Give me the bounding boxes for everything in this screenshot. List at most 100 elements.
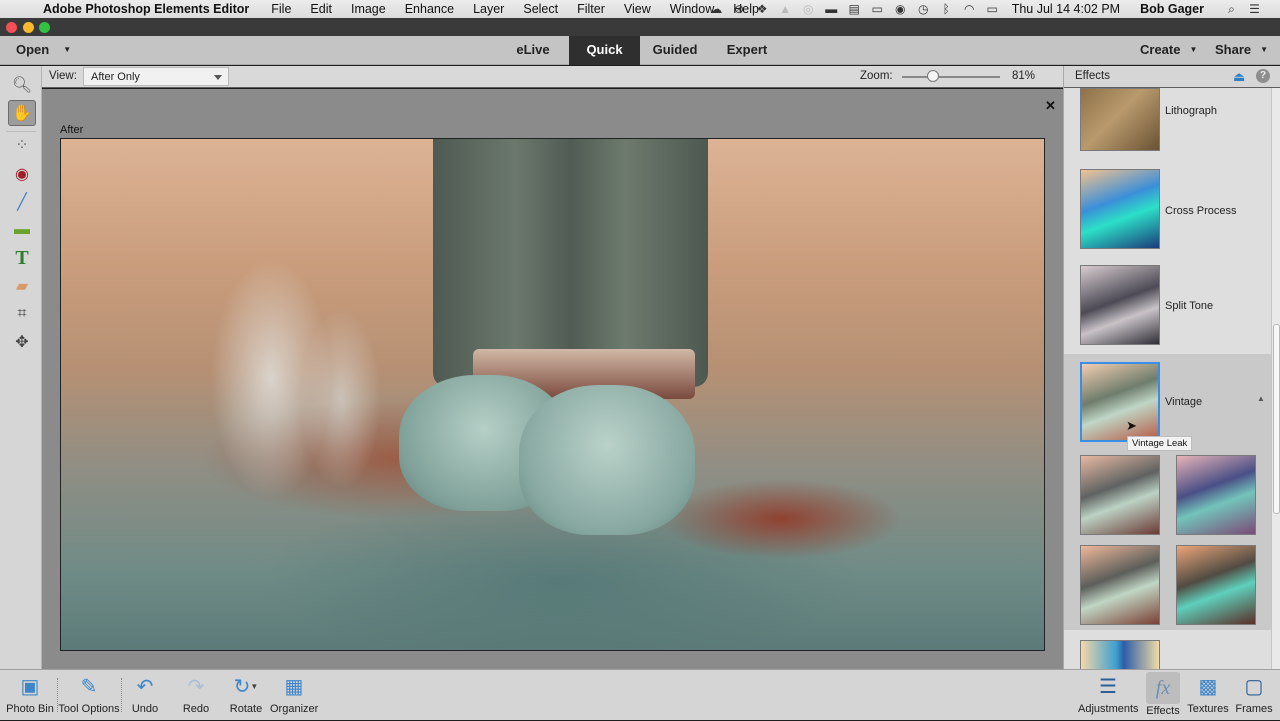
open-button[interactable]: Open ▼ <box>16 42 71 57</box>
help-icon[interactable]: ? <box>1256 69 1270 83</box>
photo-bin-label: Photo Bin <box>6 703 54 715</box>
after-label: After <box>60 124 84 136</box>
view-select[interactable]: After Only <box>83 67 229 86</box>
creative-cloud-icon[interactable]: ⊛ <box>728 2 751 16</box>
menu-select[interactable]: Select <box>523 2 558 16</box>
scrollbar-thumb[interactable] <box>1273 324 1280 514</box>
menu-filter[interactable]: Filter <box>577 2 605 16</box>
toolbox: 🔍︎ ✋ ⁘ ◉ ╱ ▬ T ▰ ⌗ ✥ <box>0 66 42 669</box>
frames-icon: ▢ <box>1244 675 1264 698</box>
effect-thumbnail[interactable] <box>1080 88 1160 151</box>
notification-center-icon[interactable]: ☰ <box>1243 2 1266 16</box>
menu-file[interactable]: File <box>271 2 291 16</box>
clock[interactable]: Thu Jul 14 4:02 PM <box>1012 2 1120 16</box>
battery-icon[interactable]: ▭ <box>981 2 1004 16</box>
vintage-group: Vintage ▲ <box>1064 354 1271 630</box>
bluetooth-icon[interactable]: ᛒ <box>935 2 958 16</box>
collapse-icon[interactable]: ▲ <box>1257 394 1265 403</box>
minimize-window-button[interactable] <box>23 22 34 33</box>
organizer-button[interactable]: ▦ Organizer <box>270 670 318 721</box>
water-splash <box>141 249 421 499</box>
separator <box>121 678 122 712</box>
effects-scrollbar[interactable] <box>1271 88 1280 669</box>
menu-enhance[interactable]: Enhance <box>405 2 454 16</box>
tab-guided[interactable]: Guided <box>645 36 705 65</box>
creative-cloud-sync-icon[interactable]: ☁ <box>705 2 728 16</box>
dropbox-icon[interactable]: ❖ <box>751 2 774 16</box>
reset-panel-icon[interactable]: ⏏ <box>1233 69 1245 85</box>
move-tool-icon[interactable]: ✥ <box>8 329 36 355</box>
photo-shoe-right <box>519 385 695 535</box>
tab-elive[interactable]: eLive <box>503 36 563 65</box>
effects-header: Effects ⏏ ? <box>1064 66 1280 88</box>
menu-view[interactable]: View <box>624 2 651 16</box>
close-window-button[interactable] <box>6 22 17 33</box>
redo-button[interactable]: ↷ Redo <box>176 670 216 721</box>
frames-button[interactable]: ▢ Frames <box>1234 670 1274 721</box>
zoom-slider-thumb[interactable] <box>927 70 939 82</box>
straighten-tool-icon[interactable]: ▬ <box>8 217 36 243</box>
app-menu[interactable]: Adobe Photoshop Elements Editor <box>43 2 249 16</box>
clipboard-icon[interactable]: ▤ <box>843 2 866 16</box>
time-machine-icon[interactable]: ◷ <box>912 2 935 16</box>
effect-thumbnail[interactable] <box>1080 169 1160 249</box>
zoom-tool-icon[interactable]: 🔍︎ <box>8 72 36 98</box>
effect-vintage-thumbnail[interactable] <box>1080 362 1160 442</box>
record-icon[interactable]: ◉ <box>889 2 912 16</box>
type-tool-icon[interactable]: T <box>8 245 36 271</box>
share-label: Share <box>1215 42 1252 57</box>
effect-thumbnail[interactable] <box>1080 265 1160 345</box>
chevron-down-icon: ▼ <box>63 45 72 54</box>
view-label: View: <box>49 70 77 82</box>
display-icon[interactable]: ▬ <box>820 2 843 16</box>
redo-label: Redo <box>182 703 210 715</box>
undo-button[interactable]: ↶ Undo <box>125 670 165 721</box>
photo-image[interactable] <box>60 138 1045 651</box>
chevron-down-icon: ▼ <box>1260 45 1269 54</box>
hand-tool-icon[interactable]: ✋ <box>8 100 36 126</box>
bottom-panel-bar: ▣ Photo Bin ✎ Tool Options ↶ Undo ↷ Redo… <box>0 669 1280 720</box>
rotate-button[interactable]: ↻ ▼ Rotate <box>225 670 267 721</box>
photo-bin-button[interactable]: ▣ Photo Bin <box>4 670 56 721</box>
menu-layer[interactable]: Layer <box>473 2 504 16</box>
organizer-label: Organizer <box>270 703 319 715</box>
rotate-icon: ↻ ▼ <box>233 675 259 698</box>
share-button[interactable]: Share ▼ <box>1215 42 1268 57</box>
google-drive-icon[interactable]: ▲ <box>774 2 797 16</box>
zoom-window-button[interactable] <box>39 22 50 33</box>
crop-tool-icon[interactable]: ⌗ <box>8 301 36 327</box>
vintage-variant-thumbnail[interactable] <box>1080 455 1160 535</box>
vintage-variant-thumbnail[interactable] <box>1080 545 1160 625</box>
menu-image[interactable]: Image <box>351 2 386 16</box>
macos-menubar: Adobe Photoshop Elements Editor File Edi… <box>0 0 1280 18</box>
quick-selection-tool-icon[interactable]: ⁘ <box>8 132 36 158</box>
spotlight-search-icon[interactable]: ⌕ <box>1220 2 1243 17</box>
create-label: Create <box>1140 42 1181 57</box>
effects-button[interactable]: fx Effects <box>1142 670 1184 721</box>
spot-healing-tool-icon[interactable]: ▰ <box>8 273 36 299</box>
wifi-icon[interactable]: ◠ <box>958 2 981 16</box>
tab-quick[interactable]: Quick <box>569 36 640 65</box>
open-label: Open <box>16 42 50 57</box>
red-eye-tool-icon[interactable]: ◉ <box>8 161 36 187</box>
effects-title: Effects <box>1075 70 1110 82</box>
chevron-down-icon <box>214 75 222 80</box>
close-icon[interactable]: ✕ <box>1045 98 1056 114</box>
tool-options-button[interactable]: ✎ Tool Options <box>58 670 120 721</box>
create-button[interactable]: Create ▼ <box>1140 42 1197 57</box>
vintage-variant-thumbnail[interactable] <box>1176 455 1256 535</box>
adjustments-button[interactable]: ☰ Adjustments <box>1078 670 1139 721</box>
whiten-teeth-tool-icon[interactable]: ╱ <box>8 189 36 215</box>
tab-expert[interactable]: Expert <box>717 36 777 65</box>
user-name[interactable]: Bob Gager <box>1140 2 1204 16</box>
textures-button[interactable]: ▩ Textures <box>1186 670 1230 721</box>
zoom-slider-track[interactable] <box>902 76 1000 78</box>
menu-edit[interactable]: Edit <box>310 2 332 16</box>
search-helper-icon[interactable]: ◎ <box>797 2 820 16</box>
effect-thumbnail[interactable] <box>1080 640 1160 669</box>
sidebar-icon[interactable]: ▭ <box>866 2 889 16</box>
effect-next[interactable] <box>1064 640 1271 669</box>
vintage-variant-thumbnail[interactable] <box>1176 545 1256 625</box>
adjustments-label: Adjustments <box>1078 703 1139 715</box>
chevron-down-icon: ▼ <box>1189 45 1198 54</box>
